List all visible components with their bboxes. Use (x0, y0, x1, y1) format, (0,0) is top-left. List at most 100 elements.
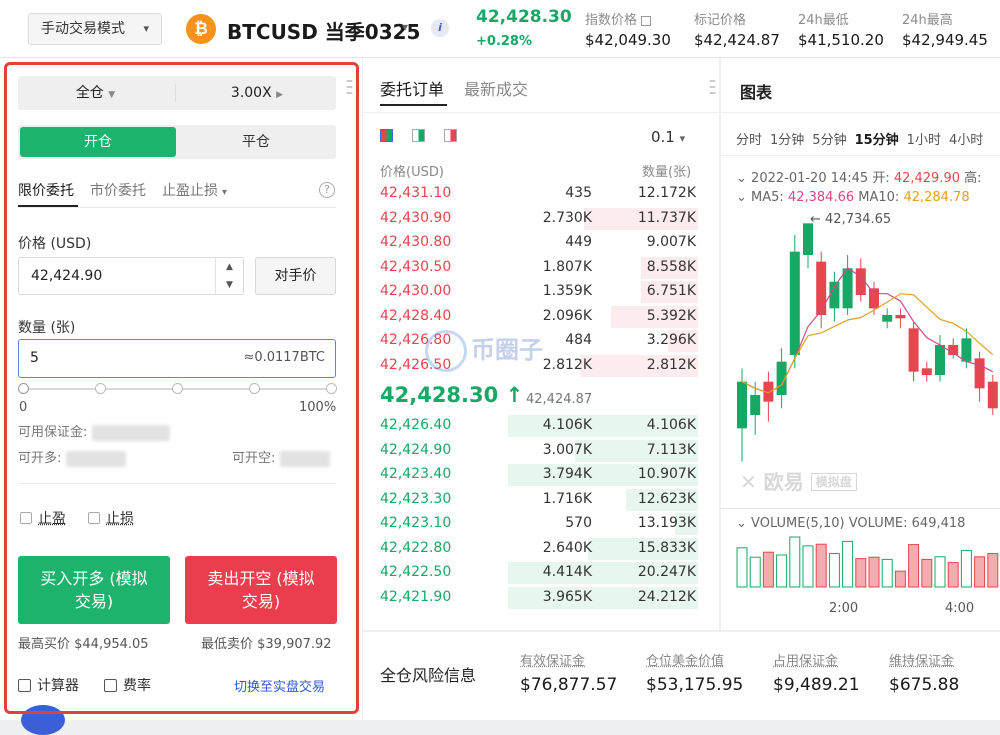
trade-mode-dropdown[interactable]: 手动交易模式 ▾ (28, 13, 162, 45)
divider (363, 112, 719, 113)
divider (721, 112, 1000, 113)
view-asks-icon[interactable] (444, 129, 457, 142)
price-step-select[interactable]: 0.1 ▾ (651, 128, 685, 146)
volume-bar (922, 559, 932, 587)
caret-icon[interactable]: ⌄ (736, 516, 747, 531)
watermark-logo-icon (425, 330, 467, 372)
ask-row[interactable]: 42,430.90 2.730K 11.737K (378, 207, 698, 231)
row-price: 42,428.40 (380, 308, 451, 324)
slider-mark[interactable] (95, 383, 106, 394)
switch-to-live-link[interactable]: 切换至实盘交易 (234, 676, 325, 695)
tab-orders[interactable]: 委托订单 (380, 80, 444, 99)
counter-price-button[interactable]: 对手价 (255, 257, 336, 295)
mid-price-value: 42,428.30 (380, 383, 498, 407)
ohlc-high-label: 高: (964, 171, 981, 186)
help-icon[interactable]: ? (319, 182, 335, 198)
candle-body (988, 382, 998, 409)
tab-market-order[interactable]: 市价委托 (90, 183, 146, 199)
divider (18, 483, 336, 484)
candlestick-chart[interactable] (721, 205, 1000, 505)
stepper-down-icon[interactable]: ▼ (216, 276, 243, 294)
stat-label: 24h最高 (902, 9, 988, 28)
chevron-down-icon[interactable]: ▾ (222, 187, 227, 198)
volume-bar (790, 537, 800, 587)
row-total: 12.172K (638, 185, 696, 201)
view-both-icon[interactable] (380, 129, 393, 142)
slider-max-label: 100% (299, 400, 336, 415)
candle-body (869, 288, 879, 308)
slider-mark[interactable] (326, 383, 337, 394)
buy-open-long-button[interactable]: 买入开多 (模拟 交易) (18, 556, 170, 624)
blurred-value (92, 425, 170, 441)
divider (18, 207, 336, 208)
candle-body (975, 358, 985, 388)
external-link-icon[interactable] (641, 16, 651, 26)
ask-row[interactable]: 42,431.10 435 12.172K (378, 182, 698, 206)
drag-handle-icon[interactable]: – – – (709, 78, 716, 96)
ohlc-readout: ⌄ 2022-01-20 14:45 开: 42,429.90 高: (736, 167, 982, 186)
tab-timeframe[interactable]: 1分钟 (770, 133, 804, 148)
ask-row[interactable]: 42,430.00 1.359K 6.751K (378, 280, 698, 304)
bid-row[interactable]: 42,423.40 3.794K 10.907K (378, 463, 698, 487)
tab-timeframe[interactable]: 4小时 (949, 133, 983, 148)
sell-open-short-button[interactable]: 卖出开空 (模拟 交易) (185, 556, 337, 624)
slider-handle[interactable] (18, 383, 29, 394)
bid-row[interactable]: 42,423.10 570 13.193K (378, 512, 698, 536)
row-total: 6.751K (647, 283, 696, 299)
row-qty: 2.096K (543, 308, 592, 324)
support-bubble-icon[interactable] (21, 705, 65, 735)
open-position-tab[interactable]: 开仓 (20, 127, 176, 157)
calculator-link[interactable]: 计算器 (18, 675, 79, 695)
risk-item-value: $76,877.57 (520, 675, 617, 695)
row-qty: 435 (565, 185, 592, 201)
checkbox-icon[interactable] (20, 512, 32, 524)
price-label: 价格 (USD) (18, 233, 91, 253)
drag-handle-icon[interactable]: – – – (346, 78, 353, 96)
bid-row[interactable]: 42,426.40 4.106K 4.106K (378, 414, 698, 438)
symbol-selector[interactable]: BTCUSD 当季0325 (227, 16, 420, 45)
take-profit-checkbox[interactable]: 止盈 (20, 508, 66, 528)
margin-mode-select[interactable]: 全仓 ▼ (18, 76, 173, 110)
bid-row[interactable]: 42,422.50 4.414K 20.247K (378, 561, 698, 585)
tab-timeframe[interactable]: 5分钟 (812, 133, 846, 148)
row-price: 42,430.80 (380, 234, 451, 250)
volume-chart[interactable] (721, 535, 1000, 591)
ask-row[interactable]: 42,430.80 449 9.007K (378, 231, 698, 255)
caret-icon[interactable]: ⌄ (736, 190, 747, 205)
caret-icon[interactable]: ⌄ (736, 171, 747, 186)
info-icon[interactable]: i (431, 19, 449, 37)
take-profit-label: 止盈 (38, 511, 66, 527)
tab-timeframe-active[interactable]: 15分钟 (855, 133, 899, 148)
fee-rate-link[interactable]: 费率 (104, 675, 151, 695)
chevron-down-icon[interactable]: ▾ (402, 20, 408, 34)
checkbox-icon[interactable] (88, 512, 100, 524)
close-position-tab[interactable]: 平仓 (178, 127, 334, 157)
tab-limit-order[interactable]: 限价委托 (18, 183, 74, 199)
row-total: 4.106K (647, 417, 696, 433)
bid-row[interactable]: 42,424.90 3.007K 7.113K (378, 439, 698, 463)
bid-row[interactable]: 42,421.90 3.965K 24.212K (378, 586, 698, 610)
row-qty: 449 (565, 234, 592, 250)
tab-tp-sl[interactable]: 止盈止损 (162, 183, 218, 199)
tab-timeframe[interactable]: 分时 (736, 133, 762, 148)
row-qty: 4.106K (543, 417, 592, 433)
leverage-select[interactable]: 3.00X ▶ (178, 76, 336, 110)
ask-row[interactable]: 42,428.40 2.096K 5.392K (378, 305, 698, 329)
tab-latest-trades[interactable]: 最新成交 (464, 80, 528, 99)
quantity-input[interactable]: 5 ≈0.0117BTC (18, 339, 336, 378)
view-bids-icon[interactable] (412, 129, 425, 142)
row-price: 42,422.50 (380, 564, 451, 580)
ask-row[interactable]: 42,430.50 1.807K 8.558K (378, 256, 698, 280)
slider-mark[interactable] (172, 383, 183, 394)
price-input[interactable]: 42,424.90 (18, 257, 244, 295)
stepper-up-icon[interactable]: ▲ (216, 258, 243, 276)
col-header-price: 价格(USD) (380, 161, 444, 180)
row-total: 8.558K (647, 259, 696, 275)
tab-timeframe[interactable]: 1小时 (907, 133, 941, 148)
bid-row[interactable]: 42,423.30 1.716K 12.623K (378, 488, 698, 512)
bid-row[interactable]: 42,422.80 2.640K 15.833K (378, 537, 698, 561)
row-qty: 1.807K (543, 259, 592, 275)
price-stepper[interactable]: ▲ ▼ (215, 258, 243, 294)
slider-mark[interactable] (249, 383, 260, 394)
stop-loss-checkbox[interactable]: 止损 (88, 508, 134, 528)
